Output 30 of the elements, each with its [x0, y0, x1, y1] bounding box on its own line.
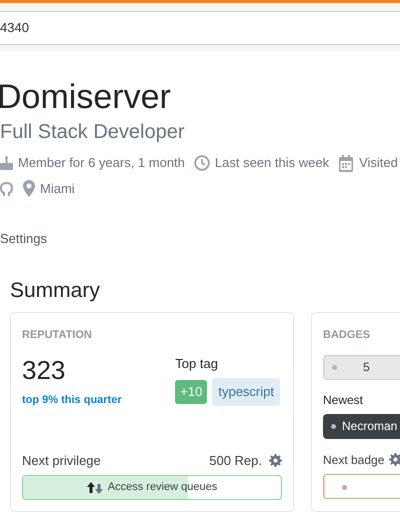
profile-meta-text: Member for 6 years, 1 month — [18, 154, 185, 172]
tag-chip[interactable]: typescript — [212, 378, 280, 406]
section-heading: Summary — [10, 278, 101, 304]
clock-icon — [194, 155, 210, 171]
location-pin-icon — [23, 180, 35, 198]
rank-link[interactable]: top 9% this quarter — [22, 392, 122, 408]
settings-icon[interactable] — [389, 453, 400, 466]
newest-label: Newest — [323, 392, 364, 408]
rep-requirement: 500 Rep. — [209, 452, 262, 470]
score-badge: +10 — [175, 380, 208, 404]
next-badge-label: Next badge — [323, 452, 384, 468]
location-text: Miami — [40, 180, 75, 198]
profile-title: Full Stack Developer — [0, 120, 186, 145]
calendar-icon — [338, 154, 354, 172]
settings-link[interactable]: Settings — [0, 228, 47, 248]
address-field[interactable]: 4340 — [0, 11, 400, 45]
card-label: BADGES — [323, 328, 372, 343]
profile-meta-text: Last seen this week — [214, 154, 330, 172]
badge-name: Necroman — [342, 418, 398, 435]
card-label: REPUTATION — [22, 328, 93, 343]
profile-meta-text: Visited — [359, 154, 398, 172]
profile-name: Domiserver — [0, 77, 172, 117]
reputation-value: 323 — [22, 354, 66, 386]
top-tag-label: Top tag — [175, 354, 219, 373]
settings-icon[interactable] — [269, 454, 282, 467]
vote-arrows-icon — [86, 482, 103, 494]
privilege-name: Access review queues — [108, 480, 218, 496]
next-privilege-label: Next privilege — [22, 452, 101, 470]
badge-count: 5 — [363, 359, 370, 376]
newest-badge[interactable]: Necroman — [323, 414, 400, 438]
